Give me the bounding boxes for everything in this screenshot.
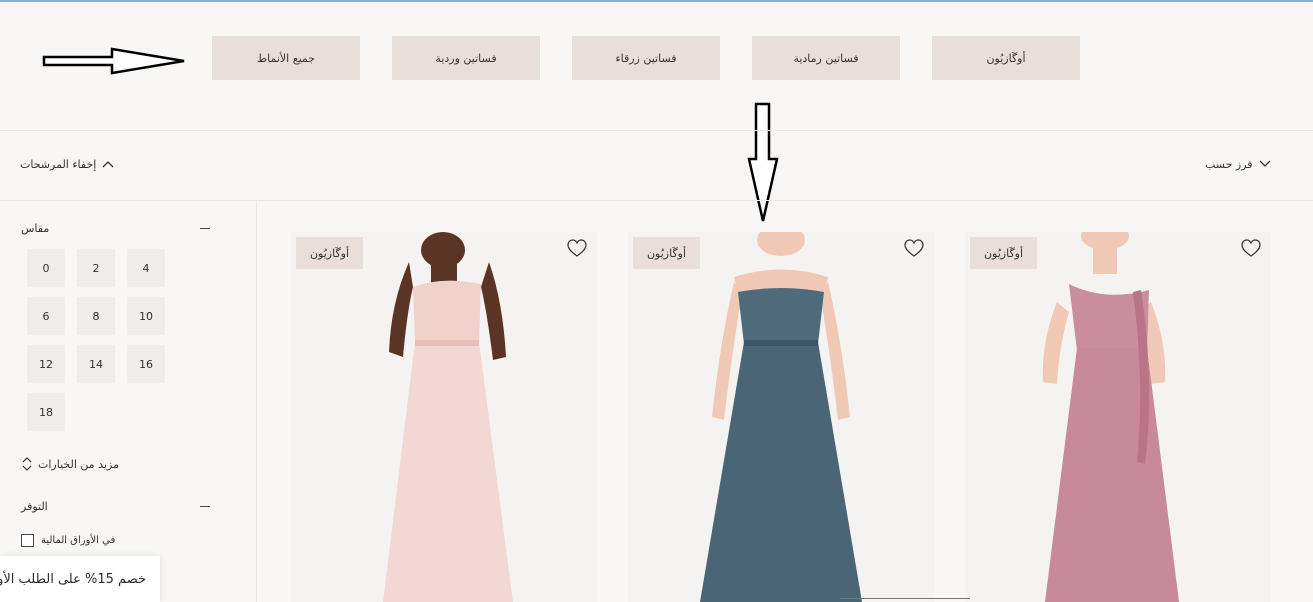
size-filter-title: مقاس [21, 222, 50, 235]
product-card[interactable]: أوگَازيُون [628, 232, 934, 602]
wishlist-heart-icon[interactable] [904, 239, 924, 259]
size-option[interactable]: 12 [27, 345, 65, 383]
more-options-button[interactable]: مزيد من الخيارات [22, 455, 119, 473]
header-divider [0, 130, 1313, 131]
wishlist-heart-icon[interactable] [567, 239, 587, 259]
browser-top-border [0, 0, 1313, 2]
dress-image-blue [700, 232, 862, 602]
promo-text: خصم 15% على الطلب الأول [0, 571, 146, 587]
hide-filters-label: إخفاء المرشحات [20, 157, 97, 171]
size-option[interactable]: 10 [127, 297, 165, 335]
in-stock-checkbox[interactable] [21, 534, 34, 547]
category-gray-dresses[interactable]: فساتين رمادية [752, 36, 900, 80]
chevron-down-icon [1259, 160, 1271, 167]
category-organza[interactable]: أوگَازيُون [932, 36, 1080, 80]
availability-filter-title: التوفر [21, 500, 48, 513]
size-option[interactable]: 6 [27, 297, 65, 335]
annotation-arrow-right-icon [42, 47, 185, 75]
category-all-styles[interactable]: جميع الأنماط [212, 36, 360, 80]
expand-chevrons-icon [22, 457, 32, 471]
size-option[interactable]: 18 [27, 393, 65, 431]
hide-filters-button[interactable]: إخفاء المرشحات [20, 155, 114, 173]
product-badge: أوگَازيُون [633, 237, 700, 269]
product-badge: أوگَازيُون [970, 237, 1037, 269]
size-option[interactable]: 14 [77, 345, 115, 383]
dress-image-mauve [1042, 232, 1179, 602]
product-card[interactable]: أوگَازيُون [965, 232, 1271, 602]
collapse-size-icon[interactable] [200, 228, 210, 229]
first-order-discount-banner[interactable]: خصم 15% على الطلب الأول [0, 556, 160, 602]
product-card[interactable]: أوگَازيُون [291, 232, 597, 602]
size-option[interactable]: 2 [77, 249, 115, 287]
in-stock-label: في الأوراق المالية [41, 535, 116, 546]
product-badge: أوگَازيُون [296, 237, 363, 269]
size-option[interactable]: 8 [77, 297, 115, 335]
size-option[interactable]: 4 [127, 249, 165, 287]
annotation-arrow-down-icon [747, 102, 779, 222]
sort-by-label: فرز حسب [1205, 157, 1253, 171]
size-option[interactable]: 0 [27, 249, 65, 287]
chevron-up-icon [102, 161, 114, 168]
collapse-availability-icon[interactable] [200, 506, 210, 507]
more-options-label: مزيد من الخيارات [38, 457, 119, 471]
sort-by-button[interactable]: فرز حسب [1205, 155, 1271, 173]
wishlist-heart-icon[interactable] [1241, 239, 1261, 259]
size-option[interactable]: 16 [127, 345, 165, 383]
overlay-edge [840, 598, 970, 602]
dress-image-pink [383, 232, 513, 602]
category-blue-dresses[interactable]: فساتين زرقاء [572, 36, 720, 80]
category-pink-dresses[interactable]: فساتين وردية [392, 36, 540, 80]
